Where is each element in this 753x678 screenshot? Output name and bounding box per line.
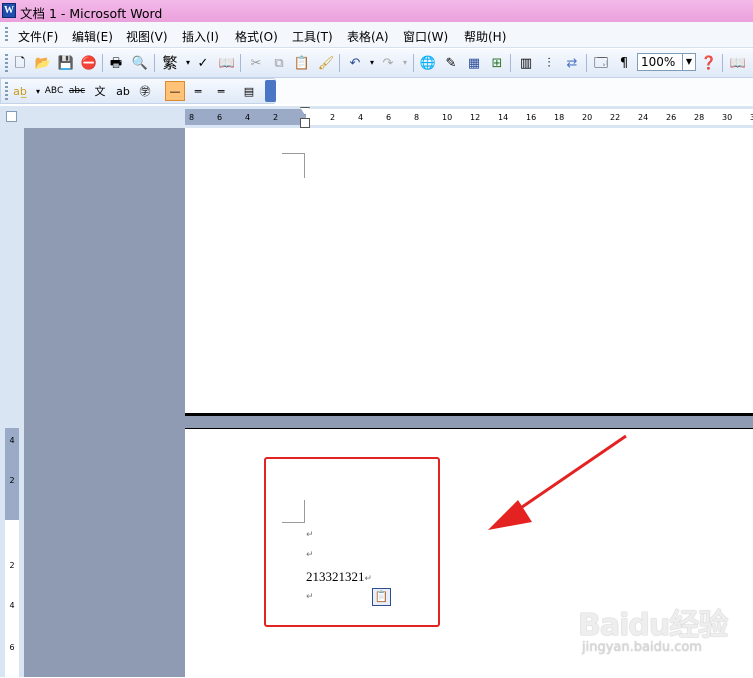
margin-corner-mark	[282, 153, 305, 178]
print-icon[interactable]: 🖶	[106, 53, 126, 73]
line-style-equal-icon[interactable]: ═	[211, 81, 231, 101]
ruler-tick-label: 16	[526, 113, 537, 122]
drawing-icon[interactable]: ⫶	[539, 53, 559, 73]
menu-format[interactable]: 格式(O)	[235, 28, 278, 45]
traditional-chinese-button[interactable]: 繁	[160, 53, 180, 73]
new-document-icon[interactable]: 🗋	[10, 53, 30, 73]
spelling-check-icon[interactable]: ✓	[193, 53, 213, 73]
toolbar2-grip-handle[interactable]	[5, 82, 8, 100]
highlight-box	[264, 457, 440, 627]
ruler-tick-label: 12	[470, 113, 481, 122]
copy-icon[interactable]: ⧉	[269, 53, 289, 73]
permission-icon[interactable]: ⛔	[79, 53, 99, 73]
baidu-watermark-url: jingyan.baidu.com	[582, 640, 702, 655]
insert-excel-icon[interactable]: ⊞	[487, 53, 507, 73]
redo-dropdown-icon[interactable]: ▾	[395, 53, 415, 73]
format-painter-icon[interactable]: 🖌	[316, 53, 336, 73]
tables-borders-icon[interactable]: ✎	[441, 53, 461, 73]
columns-list-icon[interactable]: ▤	[239, 81, 259, 101]
ruler-tick-label: 2	[330, 113, 336, 122]
tab-selector-icon[interactable]	[6, 111, 17, 122]
zoom-input[interactable]: 100%	[637, 53, 683, 71]
research-icon[interactable]: 📖	[217, 53, 237, 73]
emphasis-dots-icon[interactable]: ABC	[44, 81, 64, 101]
cut-icon[interactable]: ✂	[246, 53, 266, 73]
toolbar-grip-handle[interactable]	[5, 54, 8, 72]
menu-window[interactable]: 窗口(W)	[403, 28, 448, 45]
menu-insert[interactable]: 插入(I)	[182, 28, 219, 45]
enclose-character-icon[interactable]: ㊫	[135, 81, 155, 101]
window-title: 文档 1 - Microsoft Word	[20, 6, 163, 21]
menu-file[interactable]: 文件(F)	[18, 28, 58, 45]
show-hide-marks-icon[interactable]: ¶	[614, 53, 634, 73]
arrow-annotation	[488, 434, 627, 530]
document-map-icon[interactable]: ⇄	[562, 53, 582, 73]
print-preview-icon[interactable]: 🔍	[130, 53, 150, 73]
paste-icon[interactable]: 📋	[292, 53, 312, 73]
line-style-double-icon[interactable]: ═	[188, 81, 208, 101]
word-app-icon[interactable]: W	[2, 3, 16, 18]
ruler-tick-label: 26	[666, 113, 677, 122]
insert-table-icon[interactable]: ▦	[464, 53, 484, 73]
ruler-tick-label: 28	[694, 113, 705, 122]
zoom-dropdown-icon[interactable]: ▼	[683, 53, 696, 71]
columns-icon[interactable]: ▥	[516, 53, 536, 73]
reading-mode-icon[interactable]: 🗔	[591, 53, 611, 73]
read-layout-icon[interactable]: 📖	[728, 53, 748, 73]
ruler-tick-label: 10	[442, 113, 453, 122]
toolbar-options-icon[interactable]	[265, 80, 276, 102]
menu-edit[interactable]: 编辑(E)	[72, 28, 113, 45]
save-icon[interactable]: 💾	[56, 53, 76, 73]
open-folder-icon[interactable]: 📂	[33, 53, 53, 73]
left-indent-marker[interactable]	[300, 118, 310, 128]
phonetic-toolbar: ab̲ ▾ ABC abc 文 ab ㊫ — ═ ═ ▤	[0, 78, 276, 104]
baidu-watermark: Baidu经验	[578, 608, 728, 643]
ruler-tick-label: 8	[414, 113, 420, 122]
document-page-1[interactable]	[185, 128, 753, 416]
menu-grip-handle[interactable]	[5, 27, 8, 43]
menu-view[interactable]: 视图(V)	[126, 28, 168, 45]
strikethrough-icon[interactable]: abc	[67, 81, 87, 101]
highlight-icon[interactable]: ab̲	[10, 81, 30, 101]
ruler-tick-label: 18	[554, 113, 565, 122]
hyperlink-icon[interactable]: 🌐	[418, 53, 438, 73]
ruler-tick-label: 24	[638, 113, 649, 122]
ruler-tick-label: 20	[582, 113, 593, 122]
ruler-tick-label: 14	[498, 113, 509, 122]
phonetic-guide-icon[interactable]: 文	[90, 81, 110, 101]
ruler-tick-label: 22	[610, 113, 621, 122]
help-icon[interactable]: ❓	[699, 53, 719, 73]
ruler-tick-label: 30	[722, 113, 733, 122]
menu-tools[interactable]: 工具(T)	[292, 28, 333, 45]
line-style-single-icon[interactable]: —	[165, 81, 185, 101]
menu-help[interactable]: 帮助(H)	[464, 28, 506, 45]
ruler-tick-label: 6	[386, 113, 392, 122]
enclosed-characters-icon[interactable]: ab	[113, 81, 133, 101]
menu-table[interactable]: 表格(A)	[347, 28, 389, 45]
ruler-tick-label: 4	[358, 113, 364, 122]
